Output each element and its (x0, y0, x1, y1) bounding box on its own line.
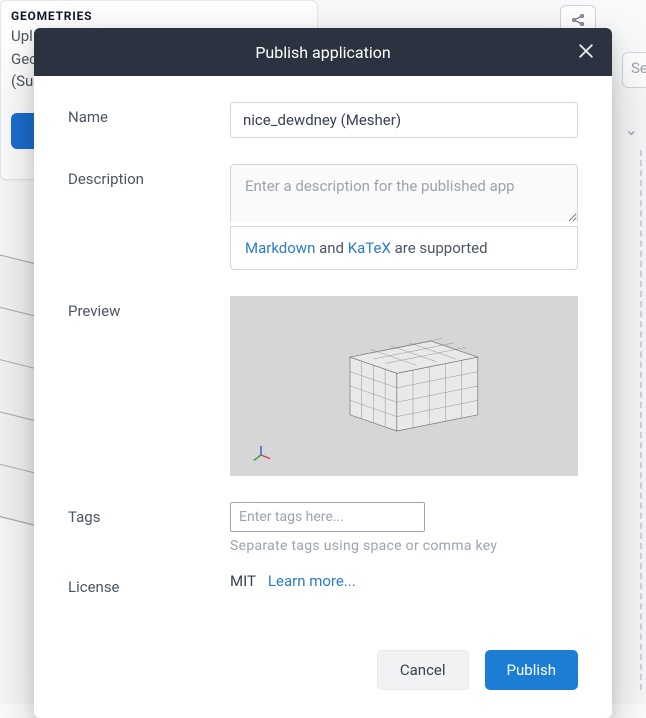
close-button[interactable] (570, 35, 602, 67)
description-label: Description (68, 164, 230, 188)
description-textarea[interactable] (230, 164, 578, 222)
publish-application-modal: Publish application Name Description (34, 28, 612, 718)
modal-body: Name Description Markdown and KaTeX are … (34, 76, 612, 632)
description-help: Markdown and KaTeX are supported (230, 226, 578, 270)
license-learn-more-link[interactable]: Learn more... (268, 572, 356, 590)
katex-link[interactable]: KaTeX (348, 239, 391, 257)
name-label: Name (68, 102, 230, 126)
license-label: License (68, 572, 230, 596)
license-value: MIT (230, 572, 256, 590)
mesh-cube-icon (314, 321, 494, 451)
axes-gizmo-icon (250, 444, 272, 466)
tags-label: Tags (68, 502, 230, 526)
close-icon (576, 41, 596, 61)
license-row: License MIT Learn more... (68, 572, 578, 596)
name-input[interactable] (230, 102, 578, 138)
tags-row: Tags Separate tags using space or comma … (68, 502, 578, 554)
tags-help-text: Separate tags using space or comma key (230, 538, 578, 554)
markdown-link[interactable]: Markdown (245, 239, 315, 257)
modal-header: Publish application (34, 28, 612, 76)
preview-row: Preview (68, 296, 578, 476)
preview-image (230, 296, 578, 476)
description-row: Description Markdown and KaTeX are suppo… (68, 164, 578, 270)
tags-input[interactable] (230, 502, 425, 532)
publish-button[interactable]: Publish (485, 650, 578, 690)
modal-overlay: Publish application Name Description (0, 0, 646, 704)
preview-label: Preview (68, 296, 230, 320)
name-row: Name (68, 102, 578, 138)
cancel-button[interactable]: Cancel (377, 650, 469, 690)
modal-footer: Cancel Publish (34, 632, 612, 718)
modal-title: Publish application (255, 43, 390, 62)
